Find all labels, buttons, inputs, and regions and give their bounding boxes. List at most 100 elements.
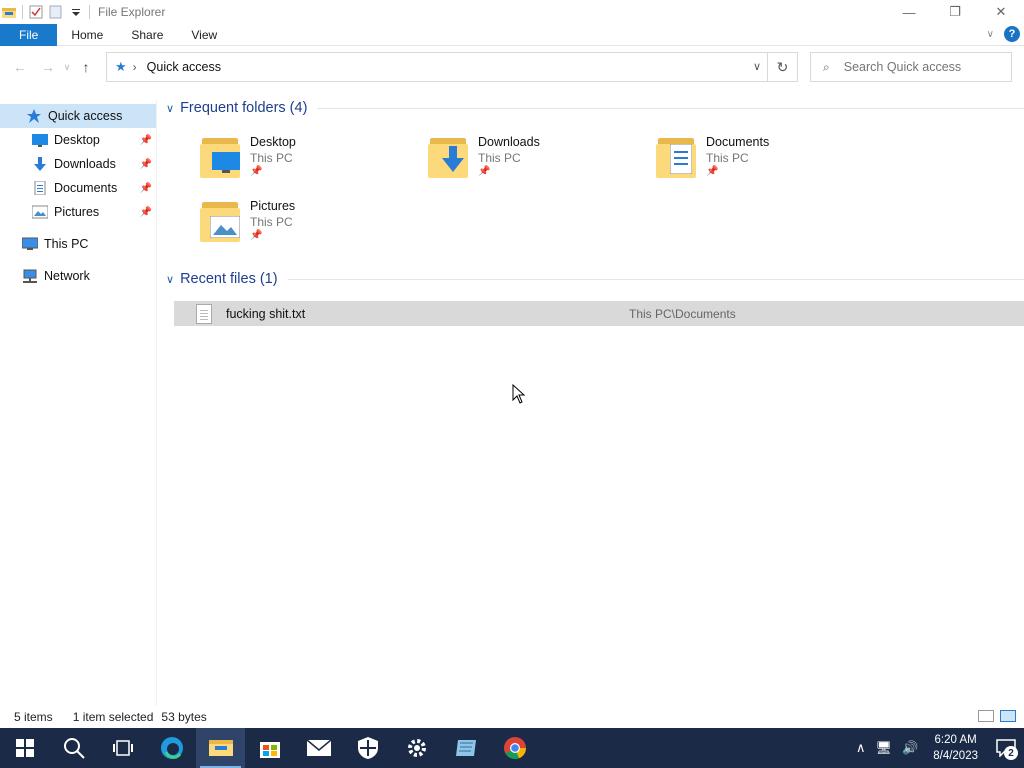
restore-button[interactable]: ❐	[932, 0, 978, 24]
sidebar-item-downloads[interactable]: Downloads 📌	[0, 152, 156, 176]
collapse-chevron-icon[interactable]: ∨	[166, 273, 174, 286]
taskbar-notepad[interactable]	[441, 728, 490, 768]
clock[interactable]: 6:20 AM 8/4/2023	[933, 732, 978, 764]
taskbar-mail[interactable]	[294, 728, 343, 768]
close-icon: ✕	[995, 4, 1007, 19]
sidebar-item-label: Documents	[54, 181, 118, 195]
show-hidden-icons-chevron-icon[interactable]: ∧	[856, 740, 866, 756]
start-button[interactable]	[0, 728, 49, 768]
edge-icon	[160, 737, 183, 759]
taskbar-store[interactable]	[245, 728, 294, 768]
selection-count: 1 item selected	[72, 710, 154, 724]
close-button[interactable]: ✕	[978, 0, 1024, 24]
desktop-folder-icon	[200, 132, 244, 180]
chrome-icon	[503, 737, 526, 760]
downloads-folder-icon	[428, 132, 472, 180]
address-bar[interactable]: ★ › Quick access ∨ ↻	[106, 52, 798, 82]
star-icon	[26, 109, 42, 123]
folder-name: Documents	[706, 135, 770, 149]
pin-icon[interactable]: 📌	[140, 183, 152, 194]
breadcrumb-chevron-icon[interactable]: ›	[133, 60, 137, 74]
expand-ribbon-chevron-icon[interactable]: ∨	[987, 29, 994, 40]
sidebar-item-quick-access[interactable]: Quick access	[0, 104, 156, 128]
notepad-icon	[455, 740, 476, 756]
task-view-button[interactable]	[98, 728, 147, 768]
taskbar-search-button[interactable]	[49, 728, 98, 768]
pin-icon[interactable]: 📌	[140, 207, 152, 218]
recent-file-row[interactable]: fucking shit.txt This PC\Documents	[174, 301, 1024, 326]
taskbar-file-explorer[interactable]	[196, 728, 245, 768]
taskbar-settings[interactable]	[392, 728, 441, 768]
clock-date: 8/4/2023	[933, 750, 978, 762]
folder-tile-desktop[interactable]: Desktop This PC 📌	[200, 132, 400, 188]
sidebar-item-label: Desktop	[54, 133, 100, 147]
tab-share[interactable]: Share	[117, 24, 177, 46]
folder-name: Downloads	[478, 135, 540, 149]
content-pane: ∨ Frequent folders (4) Desktop This PC 📌…	[160, 96, 1024, 706]
up-button[interactable]: ↑	[74, 55, 98, 79]
collapse-chevron-icon[interactable]: ∨	[166, 102, 174, 115]
clock-time: 6:20 AM	[934, 734, 977, 746]
folder-tile-documents[interactable]: Documents This PC 📌	[656, 132, 856, 188]
pin-icon: 📌	[250, 230, 263, 241]
sidebar-item-label: Quick access	[48, 109, 123, 123]
tab-view[interactable]: View	[177, 24, 231, 46]
quick-access-toolbar	[0, 0, 90, 24]
volume-icon[interactable]: 🔊	[902, 740, 918, 756]
network-status-icon[interactable]: 🖥	[876, 740, 893, 756]
action-center-button[interactable]: 2	[988, 728, 1024, 768]
pictures-folder-icon	[200, 196, 244, 244]
settings-icon	[407, 739, 426, 757]
store-icon	[259, 742, 280, 758]
large-icons-view-icon[interactable]	[1000, 710, 1016, 722]
sidebar-item-label: Network	[44, 269, 90, 283]
properties-icon[interactable]	[29, 5, 43, 19]
minimize-button[interactable]: —	[886, 0, 932, 24]
notification-count-badge: 2	[1004, 746, 1018, 760]
breadcrumb-location[interactable]: Quick access	[147, 60, 221, 74]
new-folder-icon[interactable]	[49, 5, 63, 19]
taskbar: ∧ 🖥 🔊 6:20 AM 8/4/2023 2	[0, 728, 1024, 768]
text-file-icon	[196, 303, 212, 324]
refresh-button[interactable]: ↻	[767, 53, 797, 81]
sidebar-item-network[interactable]: Network	[0, 264, 156, 288]
folder-location: This PC	[250, 215, 293, 229]
sidebar-item-this-pc[interactable]: This PC	[0, 232, 156, 256]
pin-icon: 📌	[250, 166, 263, 177]
search-input[interactable]	[843, 60, 994, 74]
taskbar-chrome[interactable]	[490, 728, 539, 768]
pin-icon[interactable]: 📌	[140, 135, 152, 146]
group-header-recent-files[interactable]: ∨ Recent files (1)	[166, 268, 1024, 290]
forward-button[interactable]: →	[36, 55, 60, 79]
pane-divider[interactable]	[156, 100, 157, 706]
mouse-cursor-icon	[512, 384, 526, 404]
sidebar-item-desktop[interactable]: Desktop 📌	[0, 128, 156, 152]
taskbar-edge[interactable]	[147, 728, 196, 768]
help-icon[interactable]: ?	[1004, 26, 1020, 42]
back-button[interactable]: ←	[8, 55, 32, 79]
file-explorer-app-icon[interactable]	[2, 5, 16, 19]
tab-file[interactable]: File	[0, 23, 58, 46]
taskbar-security[interactable]	[343, 728, 392, 768]
sidebar-item-label: This PC	[44, 237, 89, 251]
view-toggle	[978, 710, 1016, 722]
navigation-pane: Quick access Desktop 📌 Downloads 📌 Docum…	[0, 104, 156, 704]
sidebar-item-documents[interactable]: Documents 📌	[0, 176, 156, 200]
documents-icon	[32, 181, 48, 195]
restore-icon: ❐	[949, 4, 961, 19]
group-header-frequent-folders[interactable]: ∨ Frequent folders (4)	[166, 97, 1024, 119]
search-box[interactable]: ⌕	[810, 52, 1012, 82]
tab-home[interactable]: Home	[57, 24, 117, 46]
recent-locations-button[interactable]: ∨	[60, 55, 74, 79]
folder-name: Desktop	[250, 135, 296, 149]
folder-tile-pictures[interactable]: Pictures This PC 📌	[200, 196, 400, 252]
folder-tile-downloads[interactable]: Downloads This PC 📌	[428, 132, 628, 188]
navigation-bar: ← → ∨ ↑ ★ › Quick access ∨ ↻ ⌕	[0, 52, 1024, 82]
file-path: This PC\Documents	[629, 306, 736, 321]
address-dropdown-icon[interactable]: ∨	[753, 60, 761, 73]
pin-icon[interactable]: 📌	[140, 159, 152, 170]
sidebar-item-pictures[interactable]: Pictures 📌	[0, 200, 156, 224]
customize-qat-icon[interactable]	[69, 5, 83, 19]
group-title: Recent files (1)	[180, 271, 278, 287]
details-view-icon[interactable]	[978, 710, 994, 722]
